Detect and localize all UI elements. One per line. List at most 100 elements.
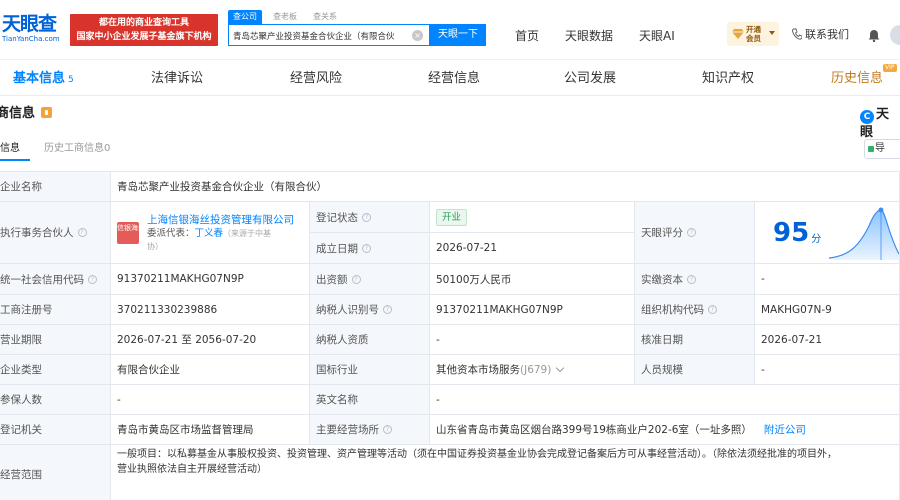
value-authority: 青岛市黄岛区市场监督管理局: [111, 415, 310, 445]
label-capital: 出资额?: [310, 264, 430, 295]
tab-history[interactable]: 历史信息 VIP: [831, 64, 897, 88]
label-staff-size: 人员规模: [635, 355, 755, 385]
nav-ai[interactable]: 天眼AI: [639, 28, 675, 44]
industry-name: 其他资本市场服务: [436, 364, 520, 376]
vip-text-line-1: 开通: [746, 25, 761, 34]
label-credit-code: 统一社会信用代码?: [0, 264, 111, 295]
search-tab-company[interactable]: 查公司: [228, 10, 262, 24]
help-icon[interactable]: ?: [88, 274, 97, 284]
label-found-date: 成立日期?: [310, 233, 430, 264]
search-box: ×: [228, 24, 430, 46]
value-taxpayer-qual: -: [430, 325, 635, 355]
chevron-down-icon: [769, 31, 775, 35]
help-icon[interactable]: ?: [708, 305, 717, 314]
search-tab-relation[interactable]: 查关系: [308, 10, 342, 24]
subtab-underline: [0, 159, 30, 161]
export-button[interactable]: 导: [864, 139, 900, 159]
help-icon[interactable]: ?: [351, 274, 361, 284]
value-english-name: -: [430, 385, 900, 415]
value-approve-date: 2026-07-21: [755, 325, 900, 355]
help-icon[interactable]: ?: [687, 228, 696, 237]
tab-ip[interactable]: 知识产权: [702, 70, 754, 88]
vip-membership-button[interactable]: 开通 会员: [727, 22, 779, 46]
search-button[interactable]: 天眼一下: [430, 24, 486, 46]
tianyan-brand: C 天眼: [860, 106, 900, 142]
label-taxpayer-no: 纳税人识别号?: [310, 295, 430, 325]
value-paid-capital: -: [755, 264, 900, 295]
partner-name-link[interactable]: 上海信银海丝投资管理有限公司: [147, 213, 294, 227]
label-address: 主要经营场所?: [310, 415, 430, 445]
vip-text: 开通 会员: [746, 25, 761, 43]
rep-note-2: 协）: [147, 241, 163, 251]
value-executive-partner: 信银海丝 上海信银海丝投资管理有限公司 委派代表：丁义春（来源于中基 协）: [111, 202, 310, 264]
tianyan-logo-icon: C: [860, 110, 874, 124]
label-english-name: 英文名称: [310, 385, 430, 415]
score-unit: 分: [811, 234, 822, 245]
label-tianyan-score: 天眼评分?: [635, 202, 755, 264]
phone-icon: [792, 28, 802, 40]
label-authority: 登记机关: [0, 415, 111, 445]
label-company-name: 企业名称: [0, 172, 111, 202]
rep-name-link[interactable]: 丁义春: [195, 228, 224, 239]
nearby-companies-link[interactable]: 附近公司: [764, 422, 806, 437]
label-reg-no: 工商注册号: [0, 295, 111, 325]
rep-note: （来源于中基: [223, 228, 272, 238]
top-nav: 首页 天眼数据 天眼AI: [515, 28, 701, 44]
tab-basic-info-label: 基本信息: [13, 71, 66, 86]
nav-home[interactable]: 首页: [515, 28, 539, 44]
vip-text-line-2: 会员: [746, 34, 761, 43]
value-address: 山东省青岛市黄岛区烟台路399号19栋商业户202-6室（一址多照） 附近公司: [430, 415, 900, 445]
slogan-banner: 都在用的商业查询工具 国家中小企业发展子基金旗下机构: [70, 14, 218, 46]
value-tianyan-score[interactable]: 95 分: [755, 202, 900, 264]
help-icon[interactable]: ?: [362, 212, 371, 222]
contact-us-link[interactable]: 联系我们: [792, 28, 849, 42]
help-icon[interactable]: ?: [77, 228, 87, 237]
export-label: 导: [875, 143, 885, 154]
label-taxpayer-qual: 纳税人资质: [310, 325, 430, 355]
tab-basic-info[interactable]: 基本信息 5: [13, 70, 74, 89]
value-scope: 一般项目：以私募基金从事股权投资、投资管理、资产管理等活动（须在中国证券投资基金…: [111, 445, 900, 500]
nav-data[interactable]: 天眼数据: [565, 28, 613, 44]
value-taxpayer-no: 91370211MAKHG07N9P: [430, 295, 635, 325]
user-avatar[interactable]: [890, 25, 900, 45]
scope-line-1: 一般项目：以私募基金从事股权投资、投资管理、资产管理等活动（须在中国证券投资基金…: [117, 449, 837, 460]
section-title: 商信息: [0, 104, 53, 124]
label-org-code: 组织机构代码?: [635, 295, 755, 325]
label-industry: 国标行业: [310, 355, 430, 385]
help-icon[interactable]: ?: [383, 425, 392, 434]
logo-subtext: TianYanCha.com: [2, 35, 60, 43]
help-icon[interactable]: ?: [687, 274, 696, 284]
help-icon[interactable]: ?: [362, 243, 371, 253]
clear-icon[interactable]: ×: [412, 30, 423, 41]
subtab-business-info[interactable]: 商信息: [0, 142, 20, 156]
tab-business-risk[interactable]: 经营风险: [290, 70, 342, 88]
tianyancha-logo[interactable]: 天眼查 TianYanCha.com: [0, 14, 66, 48]
bell-icon[interactable]: [868, 29, 880, 42]
tab-legal[interactable]: 法律诉讼: [151, 70, 203, 88]
label-status: 登记状态?: [310, 202, 430, 233]
chevron-down-icon: [556, 363, 565, 372]
search-type-tabs: 查公司 查老板 查关系: [228, 10, 348, 24]
value-found-date: 2026-07-21: [430, 233, 635, 264]
value-reg-no: 370211330239886: [111, 295, 310, 325]
top-header: 天眼查 TianYanCha.com 都在用的商业查询工具 国家中小企业发展子基…: [0, 0, 900, 60]
industry-code: (J679): [520, 363, 552, 376]
partner-logo: 信银海丝: [117, 221, 145, 244]
value-credit-code: 91370211MAKHG07N9P: [111, 264, 310, 295]
search-input[interactable]: [233, 28, 409, 43]
value-industry[interactable]: 其他资本市场服务 (J679): [430, 355, 635, 385]
tab-development[interactable]: 公司发展: [564, 70, 616, 88]
value-term: 2026-07-21 至 2056-07-20: [111, 325, 310, 355]
label-approve-date: 核准日期: [635, 325, 755, 355]
slogan-line-2: 国家中小企业发展子基金旗下机构: [76, 32, 212, 42]
info-icon[interactable]: [41, 107, 53, 118]
subtab-history-business[interactable]: 历史工商信息0: [44, 142, 110, 156]
search-tab-boss[interactable]: 查老板: [268, 10, 302, 24]
tab-business-info[interactable]: 经营信息: [428, 70, 480, 88]
score-value: 95: [773, 217, 810, 248]
value-company-type: 有限合伙企业: [111, 355, 310, 385]
help-icon[interactable]: ?: [383, 305, 392, 314]
main-tab-bar: 基本信息 5 法律诉讼 经营风险 经营信息 公司发展 知识产权 历史信息 VIP: [0, 62, 900, 96]
section-title-text: 商信息: [0, 106, 36, 121]
vip-tag: VIP: [883, 64, 897, 72]
